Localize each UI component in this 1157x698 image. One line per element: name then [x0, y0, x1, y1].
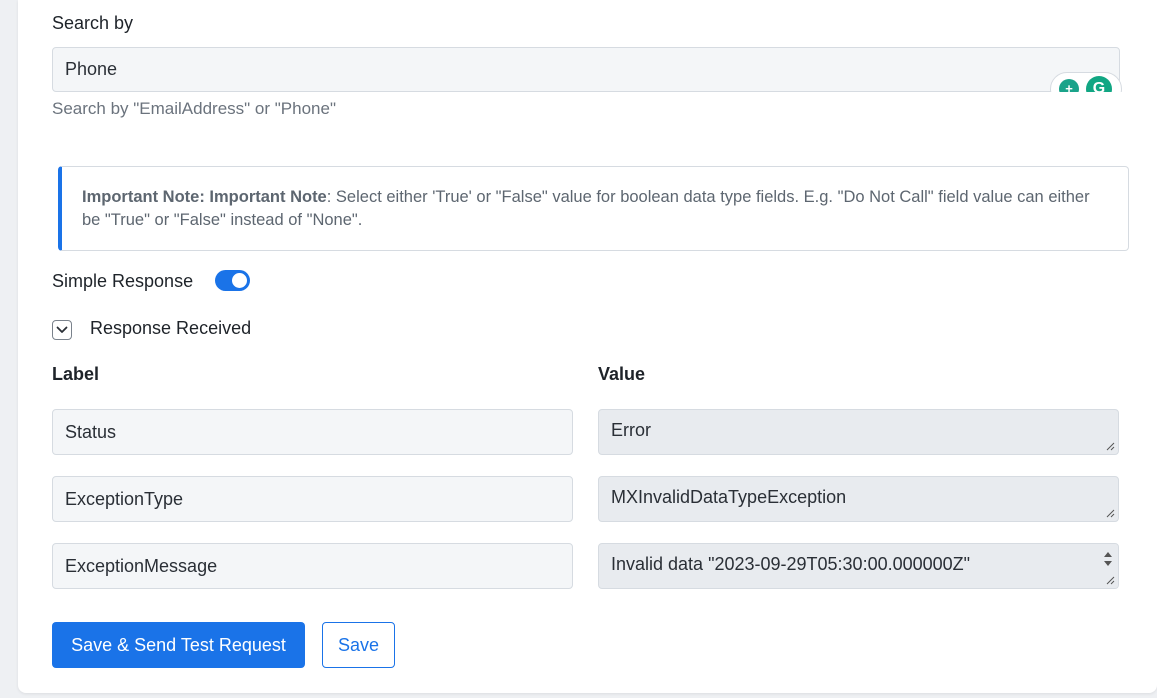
save-button[interactable]: Save: [322, 622, 395, 668]
important-note-title: Important Note: Important Note: [82, 188, 327, 206]
form-card: Search by Phone + G Search by "EmailAddr…: [18, 0, 1157, 693]
response-value-text: Error: [611, 420, 651, 440]
save-and-send-test-request-button[interactable]: Save & Send Test Request: [52, 622, 305, 668]
response-collapse-toggle[interactable]: [52, 320, 72, 340]
simple-response-toggle[interactable]: [215, 270, 250, 291]
response-received-title: Response Received: [90, 318, 252, 338]
search-by-label: Search by: [52, 13, 134, 33]
response-label-field[interactable]: ExceptionMessage: [52, 543, 573, 589]
response-value-field[interactable]: Error: [598, 409, 1119, 455]
resize-handle-icon[interactable]: [1106, 576, 1115, 585]
toggle-knob: [232, 273, 247, 288]
grammarly-assist-icon[interactable]: +: [1059, 79, 1079, 92]
response-value-field[interactable]: MXInvalidDataTypeException: [598, 476, 1119, 522]
value-column-header: Value: [598, 364, 646, 384]
chevron-down-icon: [56, 326, 68, 333]
response-value-text: Invalid data "2023-09-29T05:30:00.000000…: [611, 554, 971, 574]
important-note: Important Note: Important Note: Select e…: [58, 166, 1129, 251]
response-label-field[interactable]: ExceptionType: [52, 476, 573, 522]
scroll-down-icon[interactable]: [1098, 558, 1118, 570]
search-helper-text: Search by "EmailAddress" or "Phone": [52, 99, 336, 118]
response-value-field[interactable]: Invalid data "2023-09-29T05:30:00.000000…: [598, 543, 1119, 589]
response-label-field[interactable]: Status: [52, 409, 573, 455]
resize-handle-icon[interactable]: [1106, 442, 1115, 451]
response-value-text: MXInvalidDataTypeException: [611, 487, 847, 507]
grammarly-widget[interactable]: + G: [1050, 70, 1122, 92]
resize-handle-icon[interactable]: [1106, 509, 1115, 518]
search-by-input[interactable]: Phone: [52, 47, 1120, 92]
simple-response-label: Simple Response: [52, 271, 194, 291]
label-column-header: Label: [52, 364, 100, 384]
